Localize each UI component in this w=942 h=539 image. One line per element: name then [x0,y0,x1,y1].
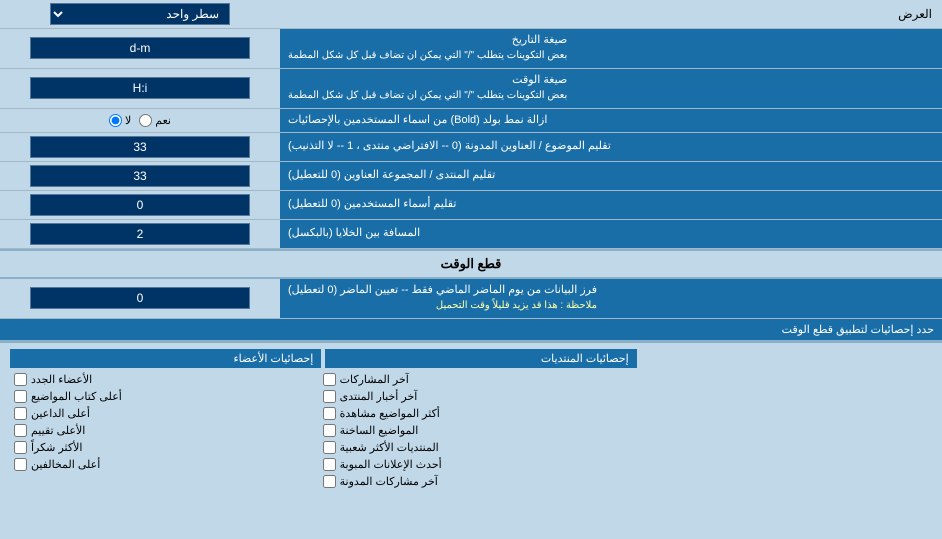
forum-order-input[interactable] [30,165,250,187]
checkbox-headers: إحصائيات المنتديات إحصائيات الأعضاء [10,349,932,368]
main-container: العرض سطر واحد سطرين ثلاثة أسطر صيغة الت… [0,0,942,495]
cb-col2-4[interactable] [14,441,27,454]
cb-col1-item-4: المنتديات الأكثر شعبية [319,440,624,455]
cb-col1-item-1: آخر أخبار المنتدى [319,389,624,404]
cb-col1-2[interactable] [323,407,336,420]
username-order-row: تقليم أسماء المستخدمين (0 للتعطيل) [0,191,942,220]
empty-header [637,349,932,368]
forum-order-label: تقليم المنتدى / المجموعة العناوين (0 للت… [280,162,942,190]
cb-col1-5[interactable] [323,458,336,471]
cb-col1-6[interactable] [323,475,336,488]
cb-col2-1[interactable] [14,390,27,403]
bold-yes-radio[interactable] [139,114,152,127]
subject-order-input[interactable] [30,136,250,158]
username-order-label: تقليم أسماء المستخدمين (0 للتعطيل) [280,191,942,219]
empty-spacer [627,372,932,489]
cb-col1-item-0: آخر المشاركات [319,372,624,387]
cb-col1-item-2: أكثر المواضيع مشاهدة [319,406,624,421]
cb-col1-4[interactable] [323,441,336,454]
cb-col1-item-5: أحدث الإعلانات المبوبة [319,457,624,472]
cb-col2-item-5: أعلى المخالفين [10,457,315,472]
bold-no-option: لا [109,114,131,127]
date-format-input-cell [0,29,280,68]
date-format-row: صيغة التاريخ بعض التكوينات يتطلب "/" الت… [0,29,942,69]
subject-order-row: تقليم الموضوع / العناوين المدونة (0 -- ا… [0,133,942,162]
apply-limit-label: حدد إحصائيات لتطبيق قطع الوقت [8,323,934,336]
time-format-row: صيغة الوقت بعض التكوينات يتطلب "/" التي … [0,69,942,109]
bold-radio-group: نعم لا [109,114,171,127]
forum-order-input-cell [0,162,280,190]
checkbox-col2: الأعضاء الجدد أعلى كتاب المواضيع أعلى ال… [10,372,315,489]
bold-remove-radio-cell: نعم لا [0,109,280,132]
display-row: العرض سطر واحد سطرين ثلاثة أسطر [0,0,942,29]
cb-col2-3[interactable] [14,424,27,437]
subject-order-label: تقليم الموضوع / العناوين المدونة (0 -- ا… [280,133,942,161]
filter-input-cell [0,279,280,318]
filter-row: فرز البيانات من يوم الماضر الماضي فقط --… [0,279,942,319]
cb-col1-3[interactable] [323,424,336,437]
date-format-input[interactable] [30,37,250,59]
date-format-label: صيغة التاريخ بعض التكوينات يتطلب "/" الت… [280,29,942,68]
col2-header: إحصائيات الأعضاء [10,349,321,368]
distance-label: المسافة بين الخلايا (بالبكسل) [280,220,942,248]
col1-header: إحصائيات المنتديات [325,349,636,368]
cb-col2-item-1: أعلى كتاب المواضيع [10,389,315,404]
filter-input[interactable] [30,287,250,309]
bold-no-radio[interactable] [109,114,122,127]
distance-input[interactable] [30,223,250,245]
cb-col2-item-2: أعلى الداعين [10,406,315,421]
cb-col2-item-3: الأعلى تقييم [10,423,315,438]
distance-row: المسافة بين الخلايا (بالبكسل) [0,220,942,249]
time-format-input-cell [0,69,280,108]
time-format-input[interactable] [30,77,250,99]
username-order-input[interactable] [30,194,250,216]
bold-yes-label: نعم [155,114,171,127]
display-label: العرض [280,3,942,25]
apply-limit-row: حدد إحصائيات لتطبيق قطع الوقت [0,319,942,341]
distance-input-cell [0,220,280,248]
checkboxes-section: إحصائيات المنتديات إحصائيات الأعضاء آخر … [0,341,942,495]
cb-col2-item-0: الأعضاء الجدد [10,372,315,387]
cb-col2-5[interactable] [14,458,27,471]
bold-no-label: لا [125,114,131,127]
checkboxes-grid: آخر المشاركات آخر أخبار المنتدى أكثر الم… [10,372,932,489]
cb-col2-0[interactable] [14,373,27,386]
display-select[interactable]: سطر واحد سطرين ثلاثة أسطر [50,3,230,25]
username-order-input-cell [0,191,280,219]
cb-col1-1[interactable] [323,390,336,403]
cutoff-header: قطع الوقت [0,249,942,279]
cb-col1-0[interactable] [323,373,336,386]
bold-remove-row: ازالة نمط بولد (Bold) من اسماء المستخدمي… [0,109,942,133]
time-format-label: صيغة الوقت بعض التكوينات يتطلب "/" التي … [280,69,942,108]
cb-col1-item-6: آخر مشاركات المدونة [319,474,624,489]
bold-remove-label: ازالة نمط بولد (Bold) من اسماء المستخدمي… [280,109,942,132]
cb-col2-2[interactable] [14,407,27,420]
display-select-cell: سطر واحد سطرين ثلاثة أسطر [0,0,280,28]
cb-col1-item-3: المواضيع الساخنة [319,423,624,438]
cb-col2-item-4: الأكثر شكراً [10,440,315,455]
forum-order-row: تقليم المنتدى / المجموعة العناوين (0 للت… [0,162,942,191]
filter-label: فرز البيانات من يوم الماضر الماضي فقط --… [280,279,942,318]
checkbox-col1: آخر المشاركات آخر أخبار المنتدى أكثر الم… [319,372,624,489]
bold-yes-option: نعم [139,114,171,127]
subject-order-input-cell [0,133,280,161]
